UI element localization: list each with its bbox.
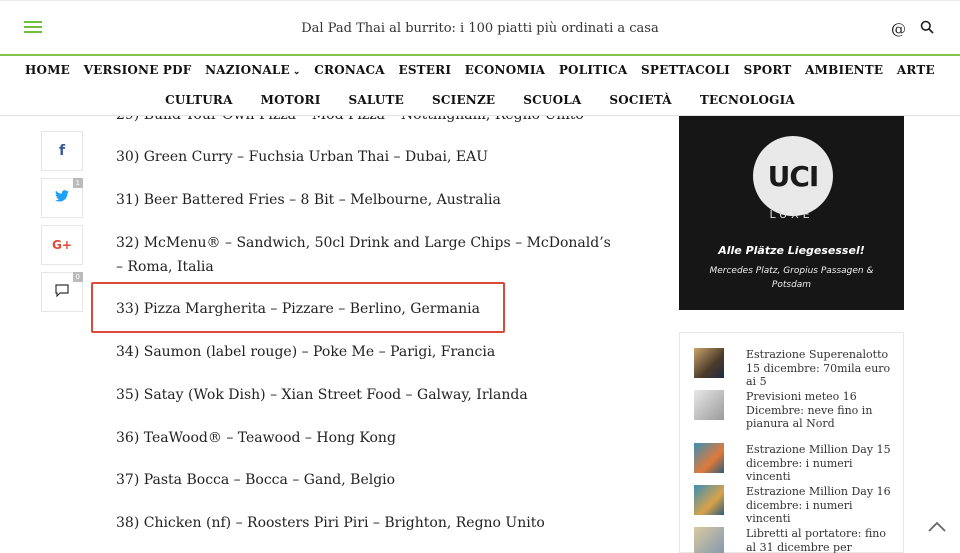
facebook-icon: f xyxy=(58,143,66,159)
list-item: 34) Saumon (label rouge) – Poke Me – Par… xyxy=(116,344,496,360)
chevron-down-icon: ⌄ xyxy=(292,67,301,77)
thumbnail xyxy=(694,443,724,473)
search-icon[interactable] xyxy=(920,20,934,38)
nav-societa[interactable]: SOCIETÀ xyxy=(609,93,671,107)
page-title: Dal Pad Thai al burrito: i 100 piatti pi… xyxy=(301,21,659,36)
highlight-box xyxy=(91,282,505,333)
list-item: 37) Pasta Bocca – Bocca – Gand, Belgio xyxy=(116,472,396,488)
at-icon[interactable]: @ xyxy=(891,20,906,38)
nav-esteri[interactable]: ESTERI xyxy=(398,63,451,77)
thumbnail xyxy=(694,390,724,420)
widget-item-title: Estrazione Million Day 15 dicembre: i nu… xyxy=(746,443,891,483)
scroll-to-top-icon[interactable] xyxy=(926,516,948,538)
list-item: 31) Beer Battered Fries – 8 Bit – Melbou… xyxy=(116,192,501,208)
nav-nazionale[interactable]: NAZIONALE ⌄ xyxy=(205,63,301,77)
header-actions: @ xyxy=(891,20,934,38)
share-gplus-button[interactable]: G+ xyxy=(41,225,83,265)
comments-button[interactable]: 0 xyxy=(41,272,83,312)
thumbnail xyxy=(694,348,724,378)
top-header: Dal Pad Thai al burrito: i 100 piatti pi… xyxy=(0,0,960,56)
list-item: 30) Green Curry – Fuchsia Urban Thai – D… xyxy=(116,149,489,165)
nav-cultura[interactable]: CULTURA xyxy=(165,93,233,107)
nav-versione-pdf[interactable]: VERSIONE PDF xyxy=(84,63,192,77)
nav-home[interactable]: HOME xyxy=(25,63,70,77)
twitter-count-badge: 1 xyxy=(72,178,83,188)
widget-item-title: Estrazione Superenalotto 15 dicembre: 70… xyxy=(746,348,891,388)
uci-logo-text: UCI xyxy=(767,159,820,193)
share-facebook-button[interactable]: f xyxy=(41,131,83,171)
nav-salute[interactable]: SALUTE xyxy=(349,93,405,107)
list-item: 36) TeaWood® – Teawood – Hong Kong xyxy=(116,430,396,446)
widget-item-title: Libretti al portatore: fino al 31 dicemb… xyxy=(746,527,887,553)
widget-item-title: Estrazione Million Day 16 dicembre: i nu… xyxy=(746,485,891,525)
related-posts-widget: Estrazione Superenalotto 15 dicembre: 70… xyxy=(679,332,904,553)
nav-cronaca[interactable]: CRONACA xyxy=(314,63,385,77)
nav-economia[interactable]: ECONOMIA xyxy=(465,63,545,77)
nav-sport[interactable]: SPORT xyxy=(744,63,792,77)
nav-motori[interactable]: MOTORI xyxy=(261,93,321,107)
nav-scienze[interactable]: SCIENZE xyxy=(432,93,495,107)
nav-nazionale-label: NAZIONALE xyxy=(205,63,290,77)
thumbnail xyxy=(694,527,724,553)
comment-icon xyxy=(55,283,69,301)
comments-count-badge: 0 xyxy=(72,272,83,282)
twitter-icon xyxy=(55,190,69,206)
widget-item-title: Previsioni meteo 16 Dicembre: neve fino … xyxy=(746,390,873,430)
list-item: 35) Satay (Wok Dish) – Xian Street Food … xyxy=(116,387,528,403)
share-twitter-button[interactable]: 1 xyxy=(41,178,83,218)
uci-luxe-ad[interactable]: UCI LUXE Alle Plätze Liegesessel! Merced… xyxy=(679,116,904,310)
main-nav: HOME VERSIONE PDF NAZIONALE ⌄ CRONACA EST… xyxy=(0,56,960,116)
nav-arte[interactable]: ARTE xyxy=(897,63,935,77)
ad-headline: Alle Plätze Liegesessel! xyxy=(718,244,865,257)
uci-logo: UCI xyxy=(753,136,833,216)
nav-scuola[interactable]: SCUOLA xyxy=(523,93,581,107)
list-item: 38) Chicken (nf) – Roosters Piri Piri – … xyxy=(116,515,545,531)
nav-ambiente[interactable]: AMBIENTE xyxy=(805,63,883,77)
nav-politica[interactable]: POLITICA xyxy=(559,63,628,77)
ad-brand: LUXE xyxy=(769,208,814,221)
thumbnail xyxy=(694,485,724,515)
google-plus-icon: G+ xyxy=(52,238,72,252)
ad-subline: Mercedes Platz, Gropius Passagen & Potsd… xyxy=(709,266,874,290)
nav-tecnologia[interactable]: TECNOLOGIA xyxy=(700,93,795,107)
list-item: 32) McMenu® – Sandwich, 50cl Drink and L… xyxy=(116,235,611,275)
nav-spettacoli[interactable]: SPETTACOLI xyxy=(641,63,730,77)
